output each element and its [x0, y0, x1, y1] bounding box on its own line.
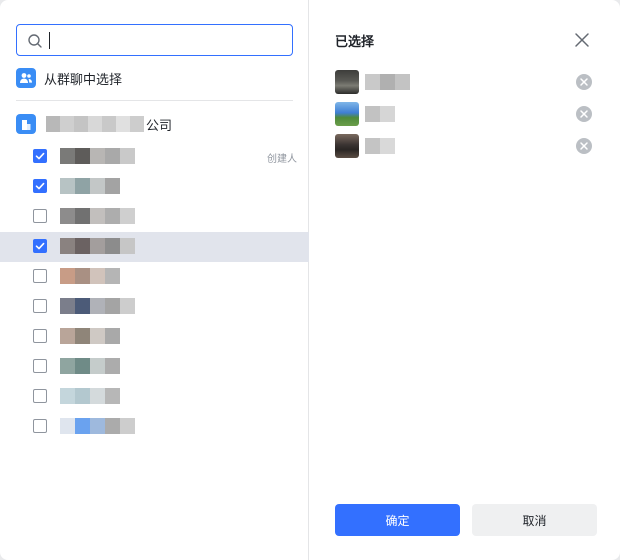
select-from-group-chat[interactable]: 从群聊中选择: [16, 67, 122, 89]
member-row[interactable]: [0, 382, 309, 412]
member-row[interactable]: [0, 412, 309, 442]
member-row[interactable]: [0, 352, 309, 382]
member-avatar-and-name-redacted: [60, 418, 135, 436]
member-checkbox[interactable]: [33, 269, 47, 283]
member-row[interactable]: [0, 202, 309, 232]
member-picker-panel: 从群聊中选择 公司 创建人: [0, 0, 309, 560]
remove-icon[interactable]: [575, 73, 593, 91]
cancel-button[interactable]: 取消: [472, 504, 597, 536]
member-row[interactable]: [0, 232, 309, 262]
member-avatar-and-name-redacted: [60, 328, 120, 346]
close-icon[interactable]: [572, 30, 592, 50]
member-checkbox[interactable]: [33, 329, 47, 343]
text-cursor: [49, 32, 50, 49]
remove-icon[interactable]: [575, 137, 593, 155]
organization-name-suffix: 公司: [146, 118, 173, 134]
member-avatar-and-name-redacted: [60, 208, 135, 226]
member-avatar-and-name-redacted: [60, 238, 135, 256]
avatar: [335, 102, 359, 126]
member-checkbox[interactable]: [33, 299, 47, 313]
selected-member-name-redacted: [365, 138, 395, 154]
member-checkbox[interactable]: [33, 239, 47, 253]
member-checkbox[interactable]: [33, 149, 47, 163]
member-checkbox[interactable]: [33, 359, 47, 373]
member-row[interactable]: [0, 292, 309, 322]
member-row[interactable]: [0, 322, 309, 352]
selected-member: [335, 70, 595, 94]
search-box[interactable]: [16, 24, 293, 56]
organization-icon: [16, 114, 36, 134]
selected-member: [335, 134, 595, 158]
confirm-button[interactable]: 确定: [335, 504, 460, 536]
selected-title: 已选择: [335, 35, 375, 50]
member-row[interactable]: 创建人: [0, 142, 309, 172]
checkmark-icon: [35, 182, 45, 190]
avatar: [335, 70, 359, 94]
member-row[interactable]: [0, 262, 309, 292]
member-avatar-and-name-redacted: [60, 298, 135, 316]
member-avatar-and-name-redacted: [60, 358, 120, 376]
selected-panel: 已选择 确定 取消: [310, 0, 620, 560]
selected-member-name-redacted: [365, 106, 395, 122]
member-checkbox[interactable]: [33, 419, 47, 433]
search-input[interactable]: [51, 29, 281, 51]
member-avatar-and-name-redacted: [60, 268, 120, 286]
select-members-dialog: 从群聊中选择 公司 创建人 已选择 确定 取消: [0, 0, 620, 560]
divider: [16, 100, 293, 101]
search-icon: [28, 34, 42, 48]
organization-name-redacted: [46, 116, 144, 132]
member-row[interactable]: [0, 172, 309, 202]
member-avatar-and-name-redacted: [60, 178, 120, 196]
member-avatar-and-name-redacted: [60, 148, 135, 166]
select-from-group-chat-label: 从群聊中选择: [44, 72, 123, 88]
selected-member: [335, 102, 595, 126]
creator-tag: 创建人: [267, 154, 297, 165]
member-list: 创建人: [0, 142, 309, 442]
member-checkbox[interactable]: [33, 179, 47, 193]
member-checkbox[interactable]: [33, 389, 47, 403]
checkmark-icon: [35, 242, 45, 250]
selected-member-name-redacted: [365, 74, 410, 90]
organization-entry[interactable]: 公司: [16, 113, 172, 135]
avatar: [335, 134, 359, 158]
checkmark-icon: [35, 152, 45, 160]
group-chat-icon: [16, 68, 36, 88]
remove-icon[interactable]: [575, 105, 593, 123]
member-checkbox[interactable]: [33, 209, 47, 223]
member-avatar-and-name-redacted: [60, 388, 120, 406]
